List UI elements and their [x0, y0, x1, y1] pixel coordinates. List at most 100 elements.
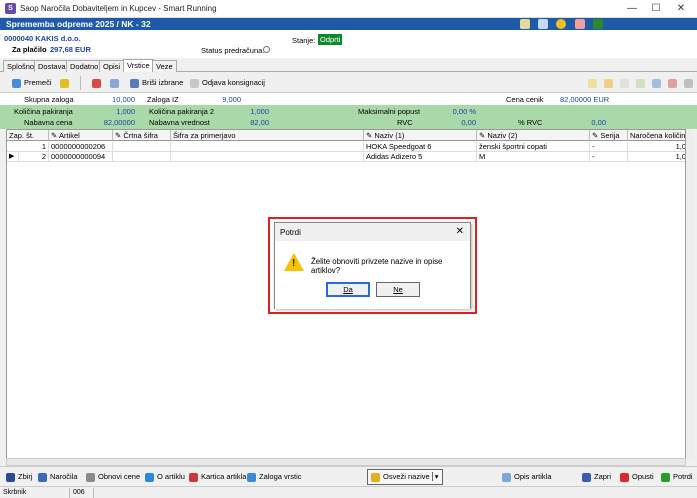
premeci-button[interactable]: Premeči: [10, 76, 54, 90]
lightning-button[interactable]: [58, 76, 74, 90]
cancel-icon: [620, 472, 629, 482]
form-icon[interactable]: [538, 19, 549, 29]
zbirj-button[interactable]: Zbirj: [6, 471, 33, 483]
kolicina-pakiranja2-value: 1,000: [250, 107, 269, 116]
column-header-narocena-kolicina[interactable]: Naročena količina: [628, 130, 685, 141]
zbirj-label: Zbirj: [18, 472, 33, 481]
obnovi-cene-button[interactable]: Obnovi cene: [86, 471, 140, 483]
opusti-label: Opusti: [632, 472, 654, 481]
artikel-cell[interactable]: 0000000000206: [49, 142, 113, 152]
doc3-button[interactable]: [618, 76, 634, 90]
status-radio[interactable]: [263, 46, 270, 53]
kolicina-cell[interactable]: 1,0: [628, 142, 685, 152]
naziv1-cell[interactable]: Adidas Adizero 5: [364, 152, 477, 162]
star-icon[interactable]: [556, 19, 567, 29]
doc1-button[interactable]: [586, 76, 602, 90]
narocila-button[interactable]: Naročila: [38, 471, 78, 483]
o-artiklu-button[interactable]: O artiklu: [145, 471, 185, 483]
brisi-izbrane-button[interactable]: Briši izbrane: [128, 76, 185, 90]
naziv2-cell[interactable]: ženski športni copati: [477, 142, 590, 152]
sifra-cell[interactable]: [171, 142, 364, 152]
doc7-button[interactable]: [682, 76, 697, 90]
crtna-cell[interactable]: [113, 142, 171, 152]
premeci-label: Premeči: [24, 78, 52, 87]
kolicina-cell[interactable]: 1,0: [628, 152, 685, 162]
yes-button[interactable]: Da: [326, 282, 370, 297]
tab-dodatno[interactable]: Dodatno: [66, 60, 103, 72]
dialog-body: ! Želite obnoviti privzete nazive in opi…: [275, 241, 470, 309]
doc6-icon: [668, 78, 677, 88]
skupna-zaloga-label: Skupna zaloga: [24, 95, 74, 104]
document-icon[interactable]: [574, 19, 585, 29]
kolicina-pakiranja2-label: Količina pakiranja 2: [149, 107, 215, 116]
minimize-button[interactable]: —: [619, 1, 645, 16]
close-button[interactable]: ✕: [668, 1, 694, 16]
potrdi-label: Potrdi: [673, 472, 693, 481]
artikel-cell[interactable]: 0000000000094: [49, 152, 113, 162]
naziv2-cell[interactable]: M: [477, 152, 590, 162]
kartica-artikla-button[interactable]: Kartica artikla: [189, 471, 246, 483]
zapri-label: Zapri: [594, 472, 612, 481]
column-header-zap[interactable]: Zap. št.: [7, 130, 49, 141]
dropdown-arrow-icon[interactable]: ▾: [431, 472, 439, 481]
move-icon: [12, 78, 21, 88]
doc3-icon: [620, 78, 629, 88]
tab-strip: Splošno Dostava Dodatno Opisi Vrstice Ve…: [0, 58, 697, 72]
serija-cell[interactable]: -: [590, 152, 628, 162]
serija-cell[interactable]: -: [590, 142, 628, 152]
dialog-title: Potrdi: [280, 228, 301, 237]
naziv1-cell[interactable]: HOKA Speedgoat 6: [364, 142, 477, 152]
yes-label: Da: [343, 285, 353, 294]
doc4-icon: [636, 78, 645, 88]
tab-veze[interactable]: Veze: [152, 60, 177, 72]
pct-rvc-value: 0,00: [591, 118, 606, 127]
warning-mark: !: [292, 258, 296, 269]
odjava-label: Odjava konsignacij: [202, 78, 265, 87]
vertical-scrollbar[interactable]: [686, 129, 694, 459]
sum-icon: [6, 472, 15, 482]
gears-icon[interactable]: [592, 19, 603, 29]
tab-vrstice[interactable]: Vrstice: [123, 59, 154, 72]
row-selector-icon: ▶: [7, 152, 19, 162]
opis-artikla-button[interactable]: Opis artikla: [502, 471, 552, 483]
column-header-naziv1[interactable]: ✎ Naziv (1): [364, 130, 477, 141]
maximize-button[interactable]: ☐: [643, 1, 669, 16]
tab-splosno[interactable]: Splošno: [3, 60, 39, 72]
status-badge: Odprti: [318, 34, 343, 45]
dialog-close-button[interactable]: ✕: [456, 226, 464, 237]
arrow-button[interactable]: [90, 76, 106, 90]
no-button[interactable]: Ne: [376, 282, 420, 297]
opusti-button[interactable]: Opusti: [620, 471, 654, 483]
crtna-cell[interactable]: [113, 152, 171, 162]
potrdi-button[interactable]: Potrdi: [661, 471, 693, 483]
orders-icon: [38, 472, 47, 482]
sifra-cell[interactable]: [171, 152, 364, 162]
cena-cenik-value: 82,00000 EUR: [560, 95, 610, 104]
pencil-icon: ✎: [51, 131, 59, 140]
doc4-button[interactable]: [634, 76, 650, 90]
tab-dostava[interactable]: Dostava: [34, 60, 70, 72]
doc6-button[interactable]: [666, 76, 682, 90]
odjava-konsignacij-button[interactable]: Odjava konsignacij: [188, 76, 267, 90]
column-header-artikel[interactable]: ✎ Artikel: [49, 130, 113, 141]
consignment-icon: [190, 78, 199, 88]
column-header-sifra-primerjavo[interactable]: Šifra za primerjavo: [171, 130, 364, 141]
naziv1-header-label: Naziv (1): [374, 131, 405, 140]
zapri-button[interactable]: Zapri: [582, 471, 611, 483]
doc2-button[interactable]: [602, 76, 618, 90]
zaloga-iz-value: 9,000: [222, 95, 241, 104]
copy-button[interactable]: [108, 76, 124, 90]
column-header-serija[interactable]: ✎ Serija: [590, 130, 628, 141]
edit-icon[interactable]: [520, 19, 530, 29]
horizontal-scrollbar[interactable]: [6, 458, 686, 466]
kolicina-pakiranja-value: 1,000: [116, 107, 135, 116]
osvezi-nazive-button[interactable]: Osveži nazive ▾: [367, 469, 443, 485]
tab-opisi[interactable]: Opisi: [99, 60, 125, 72]
doc5-button[interactable]: [650, 76, 666, 90]
doc2-icon: [604, 78, 613, 88]
stanje-label: Stanje:: [292, 36, 316, 45]
column-header-naziv2[interactable]: ✎ Naziv (2): [477, 130, 590, 141]
lightning-icon: [60, 78, 69, 88]
zaloga-vrstic-button[interactable]: Zaloga vrstic: [247, 471, 302, 483]
column-header-crtna-sifra[interactable]: ✎ Črtna šifra: [113, 130, 171, 141]
